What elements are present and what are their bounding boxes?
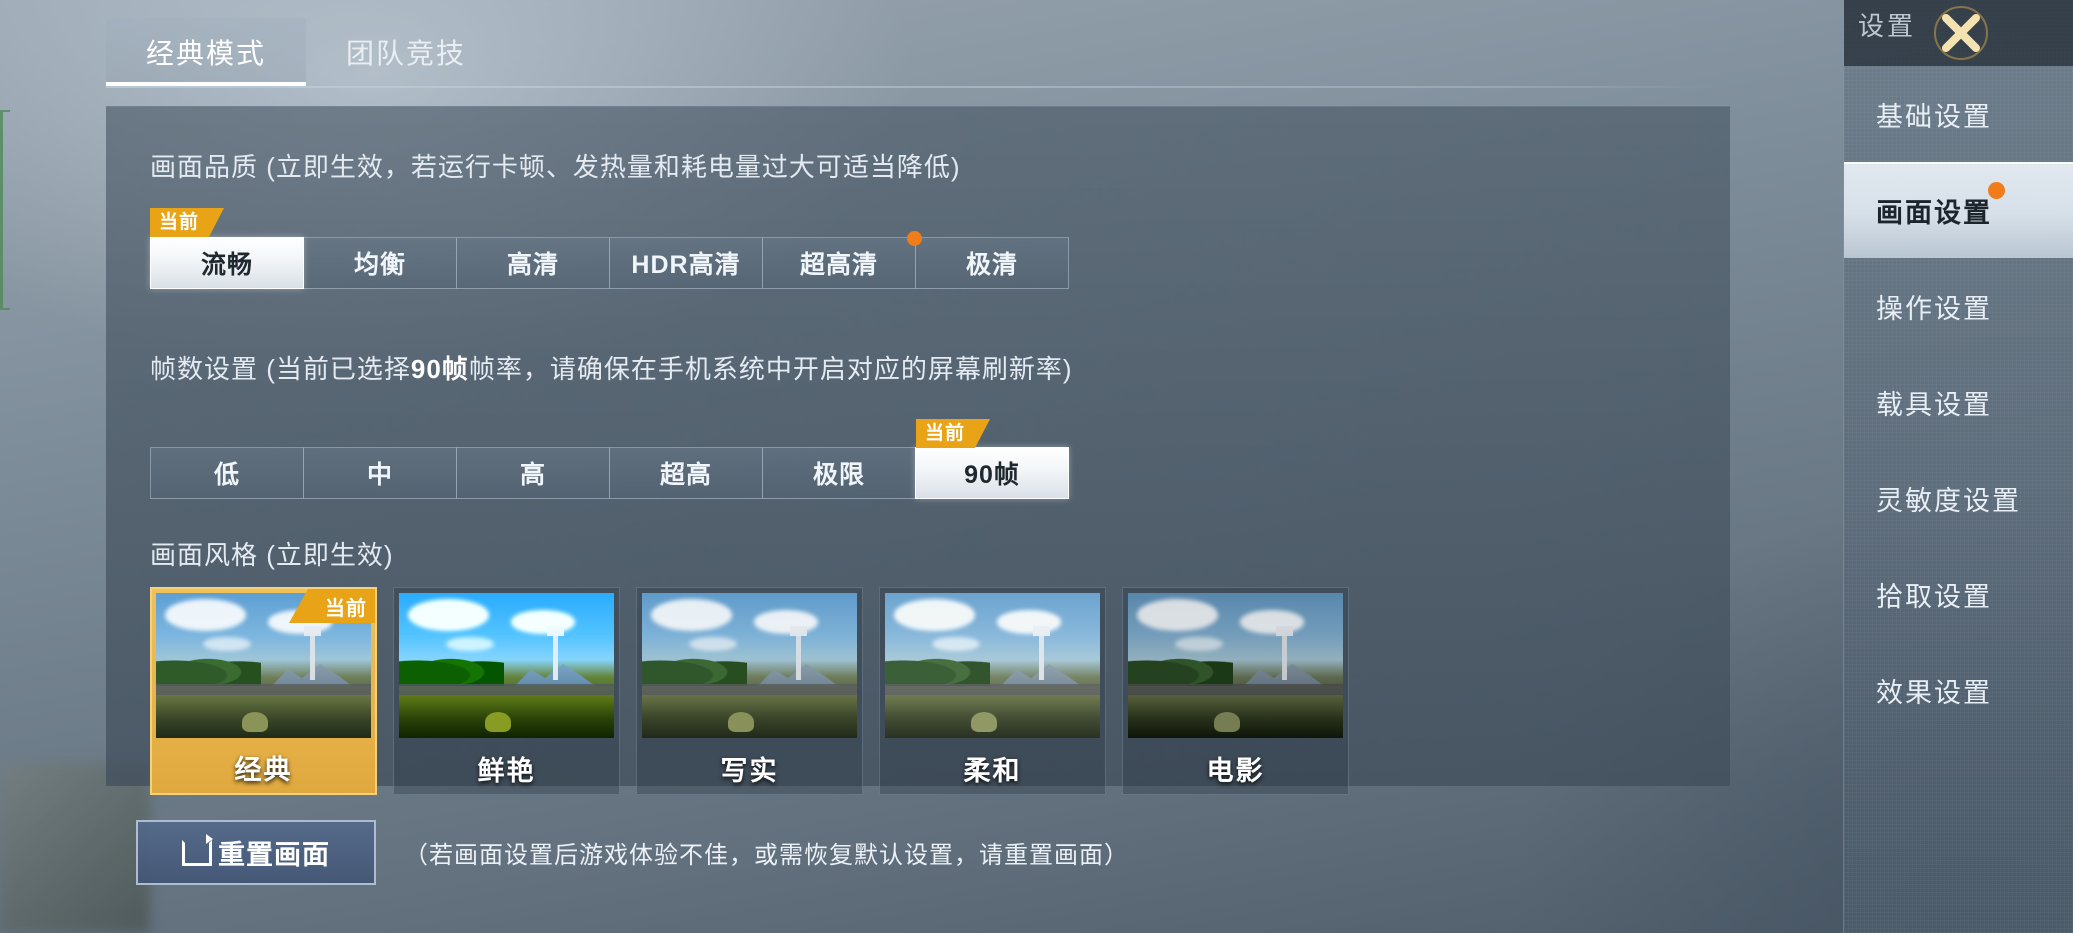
quality-option-ultra-clear-label: 极清 (965, 251, 1018, 279)
style-option-classic[interactable]: 当前 经典 (150, 587, 377, 795)
sidebar-item-sensitivity-settings[interactable]: 灵敏度设置 (1844, 450, 2073, 546)
quality-option-hd-label: 高清 (506, 251, 559, 279)
quality-option-balanced[interactable]: 均衡 (303, 237, 457, 289)
tab-team-deathmatch[interactable]: 团队竞技 (306, 18, 506, 86)
sidebar-item-vehicle-settings-label: 载具设置 (1876, 389, 1992, 420)
quality-option-hdr-hd-label: HDR高清 (631, 251, 741, 279)
reset-graphics-button[interactable]: 重置画面 (136, 820, 376, 885)
tab-underline-divider (106, 86, 1726, 88)
sidebar-item-effects-settings-label: 效果设置 (1876, 677, 1992, 708)
framerate-current-badge: 当前 (916, 419, 991, 448)
style-option-classic-label: 经典 (234, 755, 293, 785)
sidebar-item-graphics-settings-new-dot (1988, 182, 2005, 199)
quality-option-hd[interactable]: 高清 (456, 237, 610, 289)
framerate-option-medium[interactable]: 中 (303, 447, 457, 499)
style-option-vivid-label: 鲜艳 (477, 756, 536, 786)
settings-panel: 经典模式 团队竞技 画面品质 (立即生效，若运行卡顿、发热量和耗电量过大可适当降… (106, 0, 1843, 933)
style-options-group: 当前 经典 鲜艳 写实 柔和 电影 (150, 587, 1349, 795)
sidebar-item-pickup-settings[interactable]: 拾取设置 (1844, 546, 2073, 642)
sidebar-item-control-settings-label: 操作设置 (1876, 293, 1992, 324)
settings-sidebar: 设置 基础设置 画面设置 操作设置 载具设置 灵敏度设置 拾取设置 效果设置 (1843, 0, 2073, 933)
sidebar-title: 设置 (1858, 11, 1917, 41)
tab-classic-mode[interactable]: 经典模式 (106, 18, 306, 86)
sidebar-item-effects-settings[interactable]: 效果设置 (1844, 642, 2073, 738)
framerate-label-pre: 帧数设置 (当前已选择 (150, 354, 411, 384)
mode-tab-bar: 经典模式 团队竞技 (106, 18, 506, 86)
framerate-option-low[interactable]: 低 (150, 447, 304, 499)
graphics-settings-card: 画面品质 (立即生效，若运行卡顿、发热量和耗电量过大可适当降低) 当前 流畅 均… (106, 106, 1730, 795)
framerate-option-ultra[interactable]: 超高 (609, 447, 763, 499)
framerate-label-value: 90帧 (410, 354, 469, 384)
quality-option-hdr-hd[interactable]: HDR高清 (609, 237, 763, 289)
quality-section-label: 画面品质 (立即生效，若运行卡顿、发热量和耗电量过大可适当降低) (150, 152, 961, 182)
background-green-marker (0, 110, 10, 310)
sidebar-item-graphics-settings-label: 画面设置 (1876, 197, 1992, 228)
quality-current-badge: 当前 (150, 208, 225, 237)
sidebar-item-pickup-settings-label: 拾取设置 (1876, 581, 1992, 612)
framerate-option-extreme-label: 极限 (812, 461, 865, 489)
framerate-option-medium-label: 中 (366, 461, 393, 489)
quality-option-balanced-label: 均衡 (353, 251, 406, 279)
quality-option-uhd-new-dot (907, 231, 922, 246)
style-option-soft[interactable]: 柔和 (879, 587, 1106, 795)
style-option-cinematic[interactable]: 电影 (1122, 587, 1349, 795)
close-icon[interactable] (1924, 0, 1998, 70)
sidebar-header: 设置 (1844, 0, 2073, 66)
style-option-soft-label: 柔和 (963, 756, 1022, 786)
tab-team-deathmatch-label: 团队竞技 (345, 38, 466, 69)
framerate-option-extreme[interactable]: 极限 (762, 447, 916, 499)
framerate-option-90fps[interactable]: 当前 90帧 (915, 419, 1069, 499)
sidebar-item-control-settings[interactable]: 操作设置 (1844, 258, 2073, 354)
tab-classic-mode-label: 经典模式 (145, 38, 266, 69)
quality-option-uhd[interactable]: 超高清 (762, 231, 922, 289)
style-option-vivid[interactable]: 鲜艳 (393, 587, 620, 795)
style-section-label: 画面风格 (立即生效) (150, 540, 394, 570)
framerate-label-post: 帧率，请确保在手机系统中开启对应的屏幕刷新率) (468, 354, 1073, 384)
framerate-option-90fps-label: 90帧 (964, 461, 1020, 489)
reset-icon (182, 833, 213, 866)
style-option-realistic-thumbnail (642, 593, 857, 738)
sidebar-item-graphics-settings[interactable]: 画面设置 (1844, 162, 2073, 258)
quality-option-ultra-clear[interactable]: 极清 (915, 237, 1069, 289)
quality-option-smooth-label: 流畅 (200, 251, 253, 279)
sidebar-item-sensitivity-settings-label: 灵敏度设置 (1876, 485, 2021, 516)
framerate-option-high[interactable]: 高 (456, 447, 610, 499)
style-option-realistic[interactable]: 写实 (636, 587, 863, 795)
reset-graphics-button-label: 重置画面 (218, 840, 330, 870)
style-option-soft-thumbnail (885, 593, 1100, 738)
framerate-option-ultra-label: 超高 (659, 461, 712, 489)
style-option-cinematic-label: 电影 (1206, 756, 1265, 786)
framerate-section-label: 帧数设置 (当前已选择90帧帧率，请确保在手机系统中开启对应的屏幕刷新率) (150, 349, 1072, 386)
quality-option-uhd-label: 超高清 (799, 251, 878, 279)
style-option-realistic-label: 写实 (720, 756, 779, 786)
quality-options-group: 当前 流畅 均衡 高清 HDR高清 超高清 极清 (150, 208, 1069, 289)
sidebar-item-vehicle-settings[interactable]: 载具设置 (1844, 354, 2073, 450)
framerate-option-high-label: 高 (519, 461, 546, 489)
reset-row: 重置画面 （若画面设置后游戏体验不佳，或需恢复默认设置，请重置画面） (136, 820, 1129, 885)
reset-hint-text: （若画面设置后游戏体验不佳，或需恢复默认设置，请重置画面） (404, 842, 1129, 869)
framerate-option-low-label: 低 (213, 461, 240, 489)
sidebar-item-basic-settings-label: 基础设置 (1876, 101, 1992, 132)
sidebar-item-basic-settings[interactable]: 基础设置 (1844, 66, 2073, 162)
style-option-cinematic-thumbnail (1128, 593, 1343, 738)
style-option-vivid-thumbnail (399, 593, 614, 738)
framerate-options-group: 低 中 高 超高 极限 当前 90帧 (150, 419, 1069, 499)
quality-option-smooth[interactable]: 流畅 (150, 237, 304, 289)
